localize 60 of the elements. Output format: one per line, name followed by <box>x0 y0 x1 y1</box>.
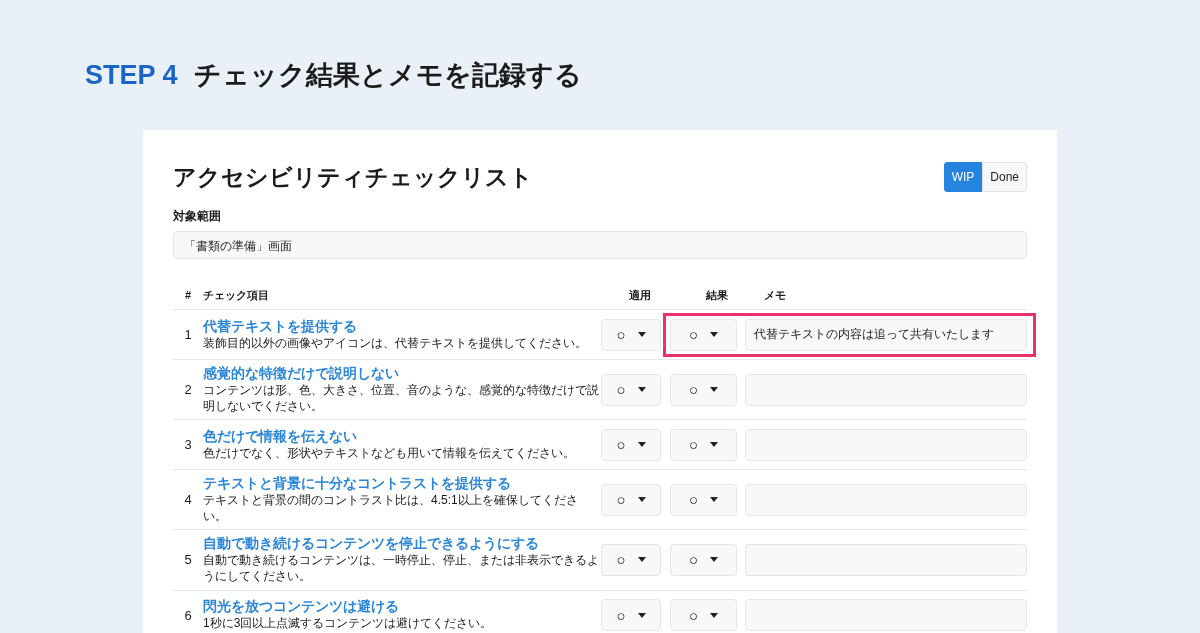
check-item-description: コンテンツは形、色、大きさ、位置、音のような、感覚的な特徴だけで説明しないでください。 <box>203 383 600 415</box>
caret-icon <box>637 612 646 618</box>
check-item-link[interactable]: 閃光を放つコンテンツは避ける <box>203 598 601 617</box>
check-item-link[interactable]: 自動で動き続けるコンテンツを停止できるようにする <box>203 535 601 554</box>
caret-icon <box>637 332 646 337</box>
apply-select[interactable]: ○ <box>601 373 661 406</box>
caret-icon <box>637 497 646 503</box>
column-header: チェック項目 <box>203 287 270 303</box>
step-title: チェック結果とメモを記録する <box>193 59 582 92</box>
check-item-link[interactable]: 代替テキストを提供する <box>203 317 601 336</box>
check-item-link[interactable]: 色だけで情報を伝えない <box>203 427 601 446</box>
caret-icon <box>710 442 719 448</box>
check-item-description: 自動で動き続けるコンテンツは、一時停止、停止、または非表示できるようにしてください。 <box>203 553 600 585</box>
column-header: メモ <box>763 287 786 303</box>
column-header: 適用 <box>628 287 652 303</box>
result-select[interactable]: ○ <box>670 483 737 516</box>
memo-field[interactable] <box>745 373 1027 406</box>
caret-icon <box>710 497 719 503</box>
caret-icon <box>637 387 646 393</box>
row-number: 6 <box>183 607 193 623</box>
column-header: 結果 <box>704 287 729 303</box>
check-item-description: 装飾目的以外の画像やアイコンは、代替テキストを提供してください。 <box>203 335 588 352</box>
check-item-description: 1秒に3回以上点滅するコンテンツは避けてください。 <box>203 616 494 632</box>
memo-field[interactable] <box>745 483 1027 516</box>
apply-select[interactable]: ○ <box>601 599 661 632</box>
row-number: 3 <box>183 437 193 453</box>
row-number: 2 <box>183 382 193 398</box>
memo-field[interactable] <box>745 599 1027 632</box>
apply-select[interactable]: ○ <box>601 483 661 516</box>
apply-select[interactable]: ○ <box>601 318 661 351</box>
apply-select[interactable]: ○ <box>601 543 661 576</box>
apply-select[interactable]: ○ <box>601 428 661 461</box>
caret-icon <box>710 387 719 393</box>
row-number: 1 <box>183 327 193 342</box>
step-label: STEP 4 <box>85 59 178 91</box>
check-item-link[interactable]: テキストと背景に十分なコントラストを提供する <box>203 475 601 494</box>
checklist-title: アクセシビリティチェックリスト <box>173 162 533 192</box>
status-toggle-button[interactable]: Done <box>982 162 1027 192</box>
row-number: 4 <box>183 492 193 508</box>
result-select[interactable]: ○ <box>670 543 737 576</box>
caret-icon <box>710 557 719 563</box>
check-item-description: テキストと背景の間のコントラスト比は、4.5:1以上を確保してください。 <box>203 493 579 525</box>
memo-field[interactable] <box>745 428 1027 461</box>
result-select[interactable]: ○ <box>670 428 737 461</box>
memo-field[interactable] <box>745 543 1027 576</box>
row-number: 5 <box>183 552 193 568</box>
check-item-link[interactable]: 感覚的な特徴だけで説明しない <box>203 365 601 383</box>
result-select[interactable]: ○ <box>670 599 737 632</box>
column-header: # <box>183 289 193 301</box>
caret-icon <box>637 557 646 563</box>
caret-icon <box>710 612 719 618</box>
result-select[interactable]: ○ <box>670 318 737 351</box>
memo-field[interactable]: 代替テキストの内容は追って共有いたします <box>745 318 1027 351</box>
result-select[interactable]: ○ <box>670 373 737 406</box>
scope-label: 対象範囲 <box>173 208 222 225</box>
caret-icon <box>710 332 719 337</box>
caret-icon <box>637 442 646 448</box>
check-item-description: 色だけでなく、形状やテキストなども用いて情報を伝えてください。 <box>203 445 576 462</box>
status-toggle-button[interactable]: WIP <box>943 162 983 192</box>
scope-field[interactable]: 「書類の準備」画面 <box>173 231 1027 259</box>
